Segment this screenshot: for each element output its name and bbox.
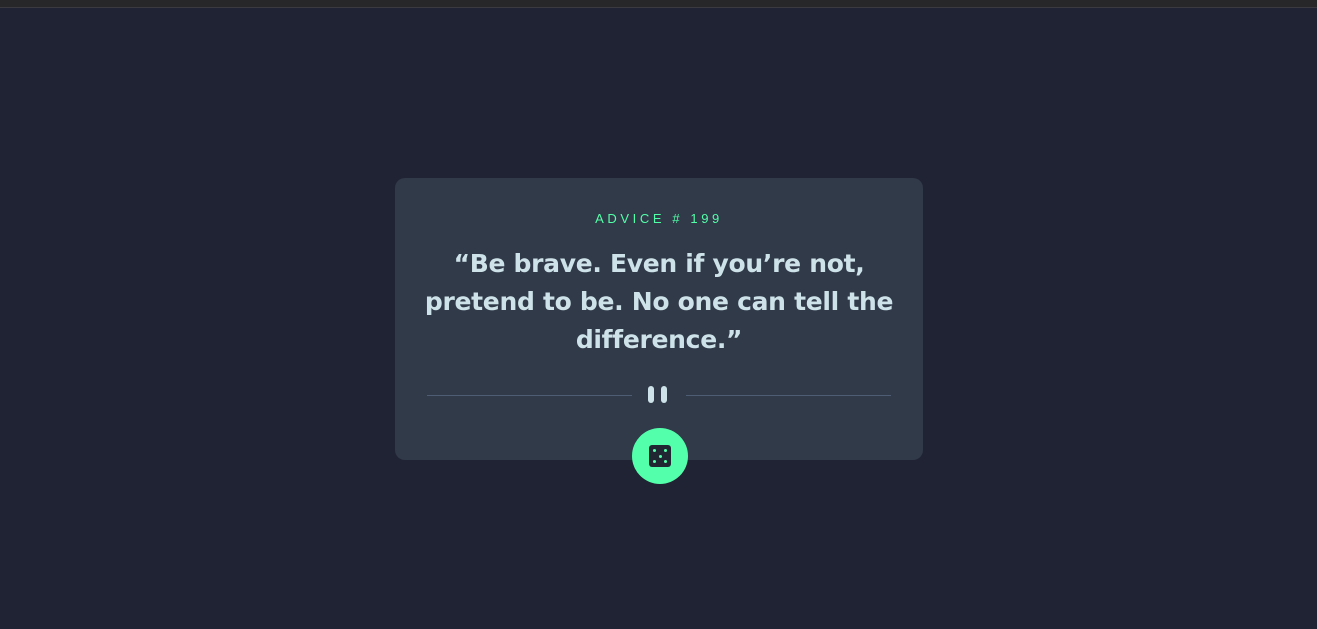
browser-top-bar <box>0 0 1317 8</box>
advice-quote: “Be brave. Even if you’re not, pretend t… <box>424 249 894 354</box>
dice-icon <box>649 445 671 467</box>
advice-id-label: ADVICE # 199 <box>595 211 723 226</box>
pause-icon <box>647 386 671 404</box>
advice-card: ADVICE # 199 “Be brave. Even if you’re n… <box>395 178 923 460</box>
divider <box>427 386 891 406</box>
divider-line-left <box>427 395 632 396</box>
divider-line-right <box>686 395 891 396</box>
new-advice-button[interactable] <box>632 428 688 484</box>
